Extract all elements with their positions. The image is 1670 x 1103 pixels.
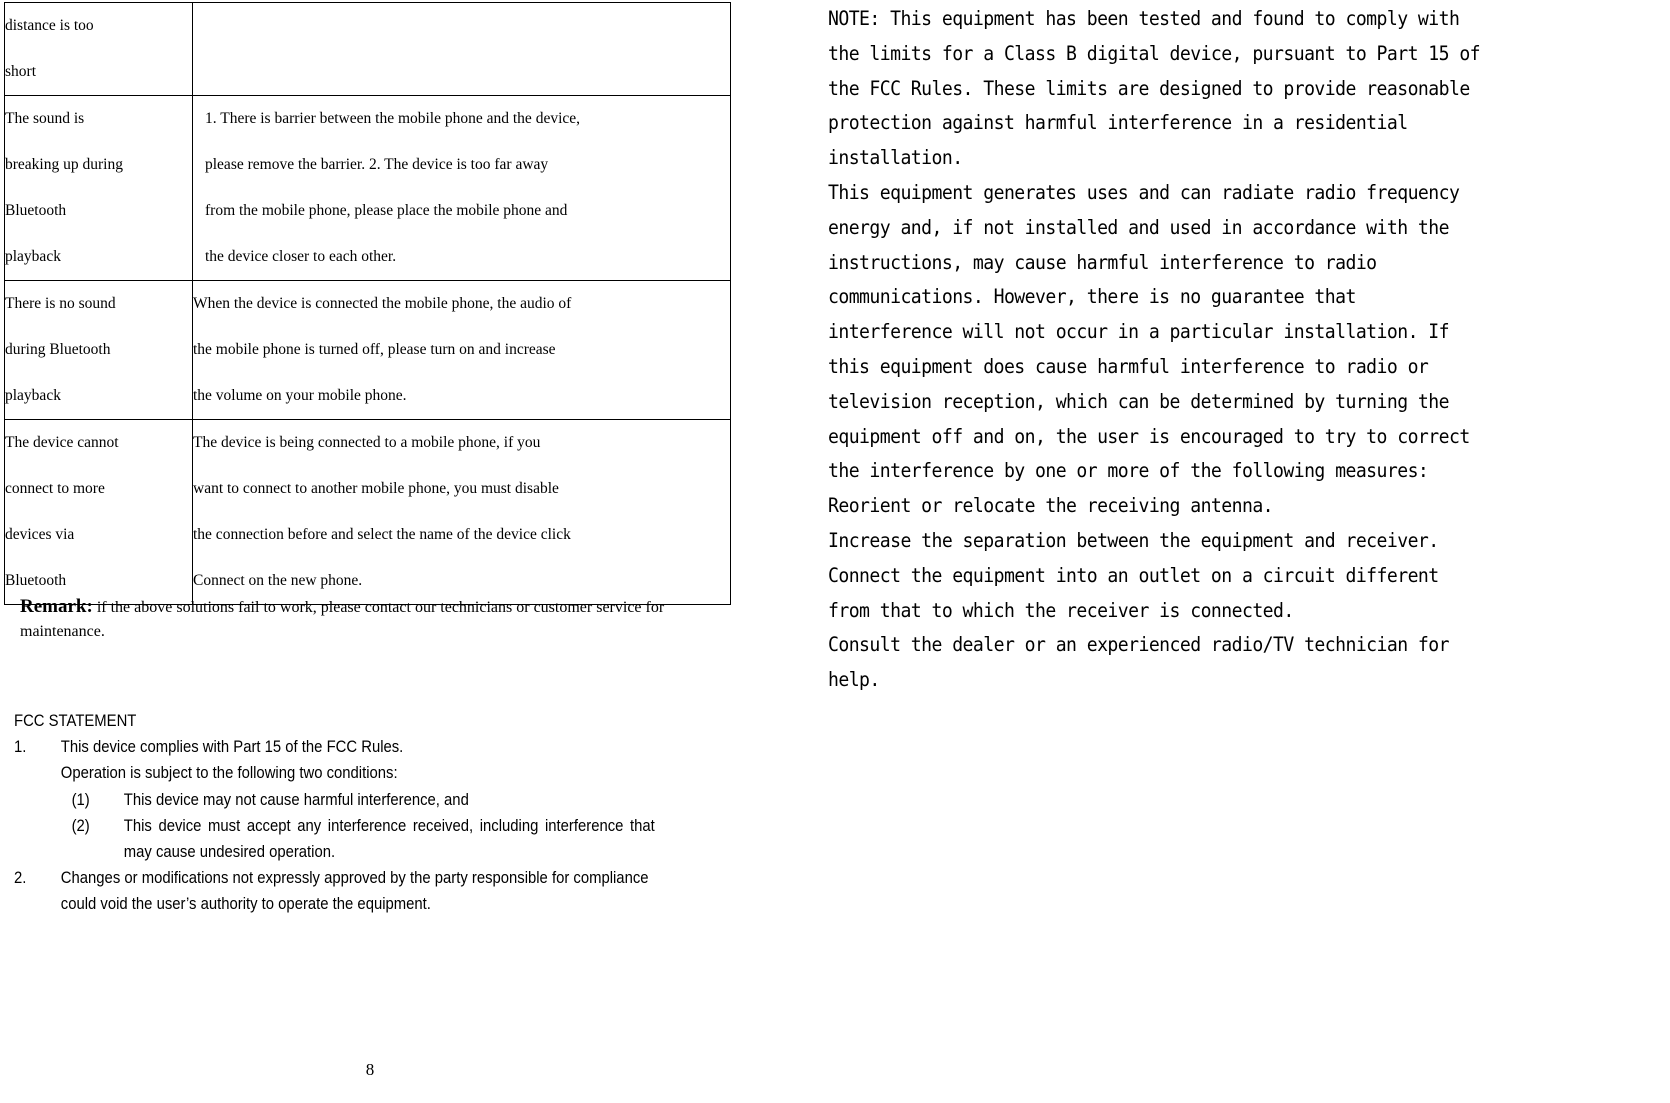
note-line: the interference by one or more of the f… xyxy=(828,459,1429,483)
symptom-line: Bluetooth xyxy=(5,202,67,219)
fcc-condition-2: (2) This device must accept any interfer… xyxy=(61,813,655,865)
solution-line: the connection before and select the nam… xyxy=(193,526,571,543)
note-line: the FCC Rules. These limits are designed… xyxy=(828,76,1470,100)
solution-line: The device is being connected to a mobil… xyxy=(193,434,541,451)
note-line: energy and, if not installed and used in… xyxy=(828,215,1450,239)
solution-cell: 1. There is barrier between the mobile p… xyxy=(192,95,731,281)
fcc-heading: FCC STATEMENT xyxy=(14,712,137,730)
note-measure-line: help. xyxy=(828,668,880,692)
note-line: interference will not occur in a particu… xyxy=(828,320,1450,344)
fcc-condition-2-number: (2) xyxy=(71,816,90,835)
fcc-item-2-text: Changes or modifications not expressly a… xyxy=(60,869,649,914)
symptom-cell: distance is too short xyxy=(4,2,193,96)
note-line: NOTE: This equipment has been tested and… xyxy=(828,7,1460,30)
note-line: television reception, which can be deter… xyxy=(828,389,1450,413)
note-line: equipment off and on, the user is encour… xyxy=(828,424,1470,448)
remark-paragraph: Remark: if the above solutions fail to w… xyxy=(20,595,720,644)
symptom-line: connect to more xyxy=(5,480,105,497)
note-line: instructions, may cause harmful interfer… xyxy=(828,250,1377,274)
note-measures-list: Reorient or relocate the receiving anten… xyxy=(828,489,1670,698)
fcc-condition-1: (1) This device may not cause harmful in… xyxy=(61,787,655,813)
troubleshooting-table: distance is too short The sound is break… xyxy=(4,2,731,605)
solution-line: want to connect to another mobile phone,… xyxy=(193,480,559,497)
fcc-note-section: NOTE: This equipment has been tested and… xyxy=(828,2,1670,1103)
solution-cell: When the device is connected the mobile … xyxy=(192,280,731,420)
table-row: There is no sound during Bluetooth playb… xyxy=(4,280,731,420)
solution-cell xyxy=(192,2,731,96)
note-measure-line: from that to which the receiver is conne… xyxy=(828,598,1294,622)
page-number: 8 xyxy=(365,1060,375,1079)
fcc-item-1-line-2: Operation is subject to the following tw… xyxy=(60,764,398,783)
solution-cell: The device is being connected to a mobil… xyxy=(192,419,731,605)
note-measure-line: Consult the dealer or an experienced rad… xyxy=(828,633,1450,657)
note-line: This equipment generates uses and can ra… xyxy=(828,180,1460,204)
symptom-cell: The sound is breaking up during Bluetoot… xyxy=(4,95,193,281)
note-paragraph-2: This equipment generates uses and can ra… xyxy=(828,176,1670,489)
note-measure-line: Connect the equipment into an outlet on … xyxy=(828,563,1439,587)
symptom-line: breaking up during xyxy=(5,156,123,173)
symptom-line: during Bluetooth xyxy=(5,341,111,358)
note-measure-line: Increase the separation between the equi… xyxy=(828,528,1439,552)
note-measure-line: Reorient or relocate the receiving anten… xyxy=(828,494,1274,518)
table-row: distance is too short xyxy=(4,2,731,96)
solution-line: When the device is connected the mobile … xyxy=(193,295,572,312)
table-row: The device cannot connect to more device… xyxy=(4,419,731,605)
fcc-condition-1-text: This device may not cause harmful interf… xyxy=(123,790,469,809)
symptom-line: devices via xyxy=(5,526,75,543)
fcc-item-2: 2. Changes or modifications not expressl… xyxy=(14,865,655,917)
remark-label: Remark: xyxy=(20,596,93,617)
remark-text: if the above solutions fail to work, ple… xyxy=(20,599,665,640)
symptom-line: The sound is xyxy=(5,110,85,127)
note-line: this equipment does cause harmful interf… xyxy=(828,354,1429,378)
symptom-line: There is no sound xyxy=(5,295,116,312)
note-line: the limits for a Class B digital device,… xyxy=(828,41,1481,65)
fcc-condition-1-number: (1) xyxy=(71,790,90,809)
fcc-statement-section: FCC STATEMENT 1. This device complies wi… xyxy=(14,708,655,918)
fcc-item-1-line-1: This device complies with Part 15 of the… xyxy=(60,738,404,757)
solution-line: from the mobile phone, please place the … xyxy=(205,202,568,219)
symptom-line: The device cannot xyxy=(5,434,119,451)
solution-line: the device closer to each other. xyxy=(205,248,397,265)
fcc-item-1-number: 1. xyxy=(14,738,27,757)
solution-line: the mobile phone is turned off, please t… xyxy=(193,341,556,358)
symptom-line: playback xyxy=(5,248,61,265)
solution-line: 1. There is barrier between the mobile p… xyxy=(205,110,581,127)
note-paragraph-1: NOTE: This equipment has been tested and… xyxy=(828,2,1670,176)
left-column: distance is too short The sound is break… xyxy=(0,0,760,1101)
note-line: communications. However, there is no gua… xyxy=(828,285,1356,309)
symptom-line: short xyxy=(5,63,36,80)
solution-line: please remove the barrier. 2. The device… xyxy=(205,156,549,173)
symptom-cell: There is no sound during Bluetooth playb… xyxy=(4,280,193,420)
note-line: installation. xyxy=(828,146,963,170)
note-line: protection against harmful interference … xyxy=(828,111,1408,135)
symptom-line: distance is too xyxy=(5,17,94,34)
fcc-condition-2-text: This device must accept any interference… xyxy=(123,816,655,862)
fcc-item-1: 1. This device complies with Part 15 of … xyxy=(14,734,655,865)
symptom-line: playback xyxy=(5,387,61,404)
symptom-cell: The device cannot connect to more device… xyxy=(4,419,193,605)
fcc-item-2-number: 2. xyxy=(14,869,27,888)
solution-line: the volume on your mobile phone. xyxy=(193,387,407,404)
table-row: The sound is breaking up during Bluetoot… xyxy=(4,95,731,281)
fcc-item-1-body: This device complies with Part 15 of the… xyxy=(61,734,655,865)
